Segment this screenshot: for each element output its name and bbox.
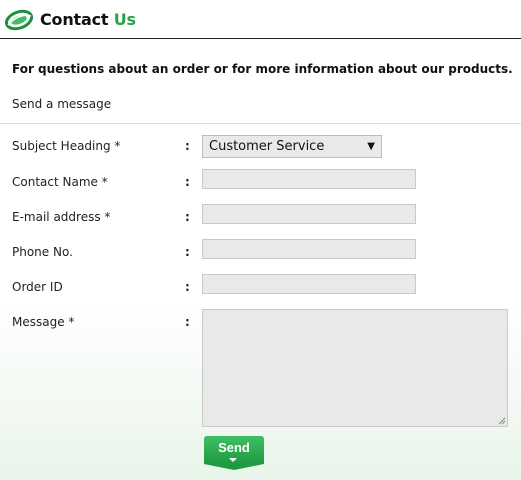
page-title-part2: Us <box>113 10 136 29</box>
intro-heading: For questions about an order or for more… <box>12 62 513 76</box>
resize-grip-icon[interactable] <box>498 417 506 425</box>
subject-selected-value: Customer Service <box>209 139 325 154</box>
message-colon: : <box>185 315 190 329</box>
page-title-part1: Contact <box>40 10 114 29</box>
divider <box>0 123 521 124</box>
order-id-input[interactable] <box>202 274 416 294</box>
email-label: E-mail address * <box>12 210 111 224</box>
order-id-label: Order ID <box>12 280 63 294</box>
phone-input[interactable] <box>202 239 416 259</box>
subject-colon: : <box>185 139 190 153</box>
order-id-colon: : <box>185 280 190 294</box>
message-textarea[interactable] <box>202 309 508 427</box>
phone-colon: : <box>185 245 190 259</box>
page-header: Contact Us <box>0 0 521 39</box>
phone-label: Phone No. <box>12 245 73 259</box>
contact-name-colon: : <box>185 175 190 189</box>
contact-name-input[interactable] <box>202 169 416 189</box>
caret-down-icon <box>229 458 237 462</box>
page-title: Contact Us <box>40 10 136 29</box>
subject-select[interactable]: Customer Service ▼ <box>202 135 382 158</box>
email-input[interactable] <box>202 204 416 224</box>
dropdown-arrow-icon[interactable]: ▼ <box>367 136 375 157</box>
send-button-tip[interactable] <box>204 464 264 470</box>
contact-name-label: Contact Name * <box>12 175 108 189</box>
intro-subheading: Send a message <box>12 97 112 111</box>
email-colon: : <box>185 210 190 224</box>
brand-logo-icon <box>4 9 34 31</box>
message-label: Message * <box>12 315 75 329</box>
subject-label: Subject Heading * <box>12 139 121 153</box>
